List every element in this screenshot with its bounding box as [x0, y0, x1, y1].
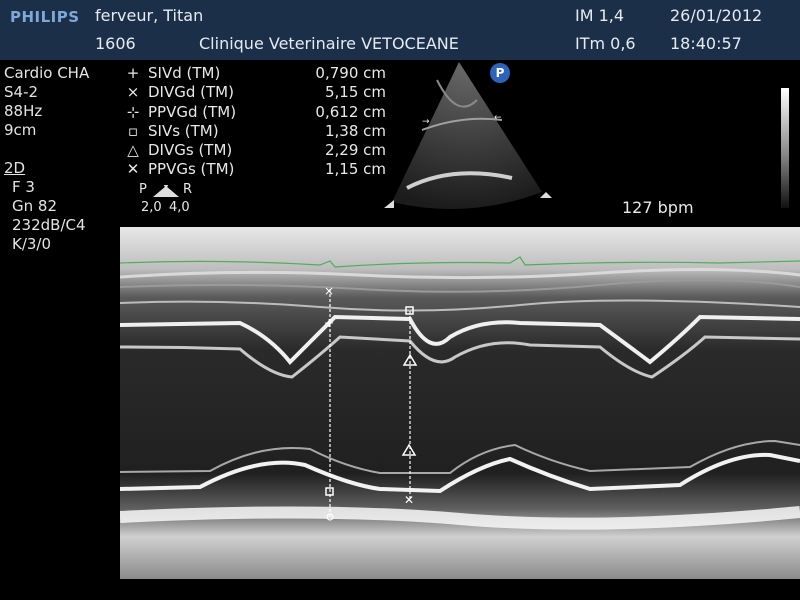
- plus-marker-icon: +: [126, 64, 140, 82]
- clinic-name: Clinique Veterinaire VETOCEANE: [199, 34, 459, 53]
- mode-label: 2D: [4, 159, 26, 177]
- measurement-label: PPVGd (TM): [148, 102, 237, 121]
- measurement-row: ▫ SIVs (TM) 1,38 cm: [126, 122, 386, 141]
- svg-text:←: ←: [494, 113, 502, 123]
- svg-text:→: →: [422, 117, 430, 127]
- exam-time: 18:40:57: [670, 34, 742, 53]
- header-bar: PHILIPS ferveur, Titan 1606 Clinique Vet…: [0, 0, 800, 60]
- measurement-label: PPVGs (TM): [148, 160, 235, 179]
- svg-text:×: ×: [324, 284, 334, 298]
- measurement-value: 1,38 cm: [324, 121, 386, 140]
- measurement-row: + SIVd (TM) 0,790 cm: [126, 64, 386, 83]
- measurement-label: SIVd (TM): [148, 64, 221, 82]
- exam-date: 26/01/2012: [670, 6, 763, 25]
- measurement-row: △ DIVGs (TM) 2,29 cm: [126, 141, 386, 160]
- sector-image: → ←: [384, 62, 552, 210]
- depth-label: 9cm: [4, 121, 37, 139]
- probe-r-label: R: [183, 182, 193, 197]
- preset-label: Cardio CHA: [4, 64, 90, 82]
- m-mode-trace: × + ✕: [120, 227, 800, 579]
- probe-badge-icon: P: [490, 63, 510, 83]
- brand-logo: PHILIPS: [10, 8, 80, 26]
- measurement-value: 5,15 cm: [324, 83, 386, 102]
- x-marker-icon: ✕: [126, 160, 140, 179]
- measurement-row: ⊹ PPVGd (TM) 0,612 cm: [126, 103, 386, 122]
- probe-triangle-icon: [153, 185, 179, 197]
- thermal-index: ITm 0,6: [575, 34, 636, 53]
- focus-label: F 3: [12, 178, 35, 196]
- patient-id: 1606: [95, 34, 136, 53]
- probe-r-value: 4,0: [169, 200, 190, 215]
- probe-label: S4-2: [4, 83, 39, 101]
- measurement-value: 2,29 cm: [324, 141, 386, 160]
- measurement-value: 1,15 cm: [324, 160, 386, 179]
- patient-name: ferveur, Titan: [95, 6, 204, 25]
- measurement-row: ✕ PPVGs (TM) 1,15 cm: [126, 160, 386, 179]
- measurement-label: DIVGs (TM): [148, 141, 233, 160]
- cross-marker-icon: ×: [126, 83, 140, 102]
- measurement-value: 0,612 cm: [315, 102, 386, 121]
- measurement-value: 0,790 cm: [315, 64, 386, 82]
- svg-text:✕: ✕: [404, 493, 414, 507]
- svg-text:+: +: [324, 316, 334, 330]
- frame-rate: 88Hz: [4, 102, 43, 120]
- measurement-list: + SIVd (TM) 0,790 cm × DIVGd (TM) 5,15 c…: [126, 64, 386, 180]
- persistence-label: K/3/0: [12, 235, 52, 253]
- triangle-marker-icon: △: [127, 141, 139, 160]
- probe-p-label: P: [139, 182, 147, 197]
- probe-p-value: 2,0: [141, 200, 162, 215]
- measurement-row: × DIVGd (TM) 5,15 cm: [126, 83, 386, 102]
- measurement-label: SIVs (TM): [148, 121, 219, 140]
- dotted-marker-icon: ⊹: [126, 102, 140, 121]
- square-marker-icon: ▫: [127, 121, 139, 140]
- dynamic-range-label: 232dB/C4: [12, 216, 86, 234]
- mechanical-index: IM 1,4: [575, 6, 625, 25]
- measurement-label: DIVGd (TM): [148, 83, 234, 102]
- grayscale-bar: [781, 88, 789, 208]
- exam-parameters: Cardio CHA S4-2 88Hz 9cm 2D F 3 Gn 82 23…: [4, 64, 89, 254]
- heart-rate: 127 bpm: [622, 198, 694, 217]
- gain-label: Gn 82: [12, 197, 57, 215]
